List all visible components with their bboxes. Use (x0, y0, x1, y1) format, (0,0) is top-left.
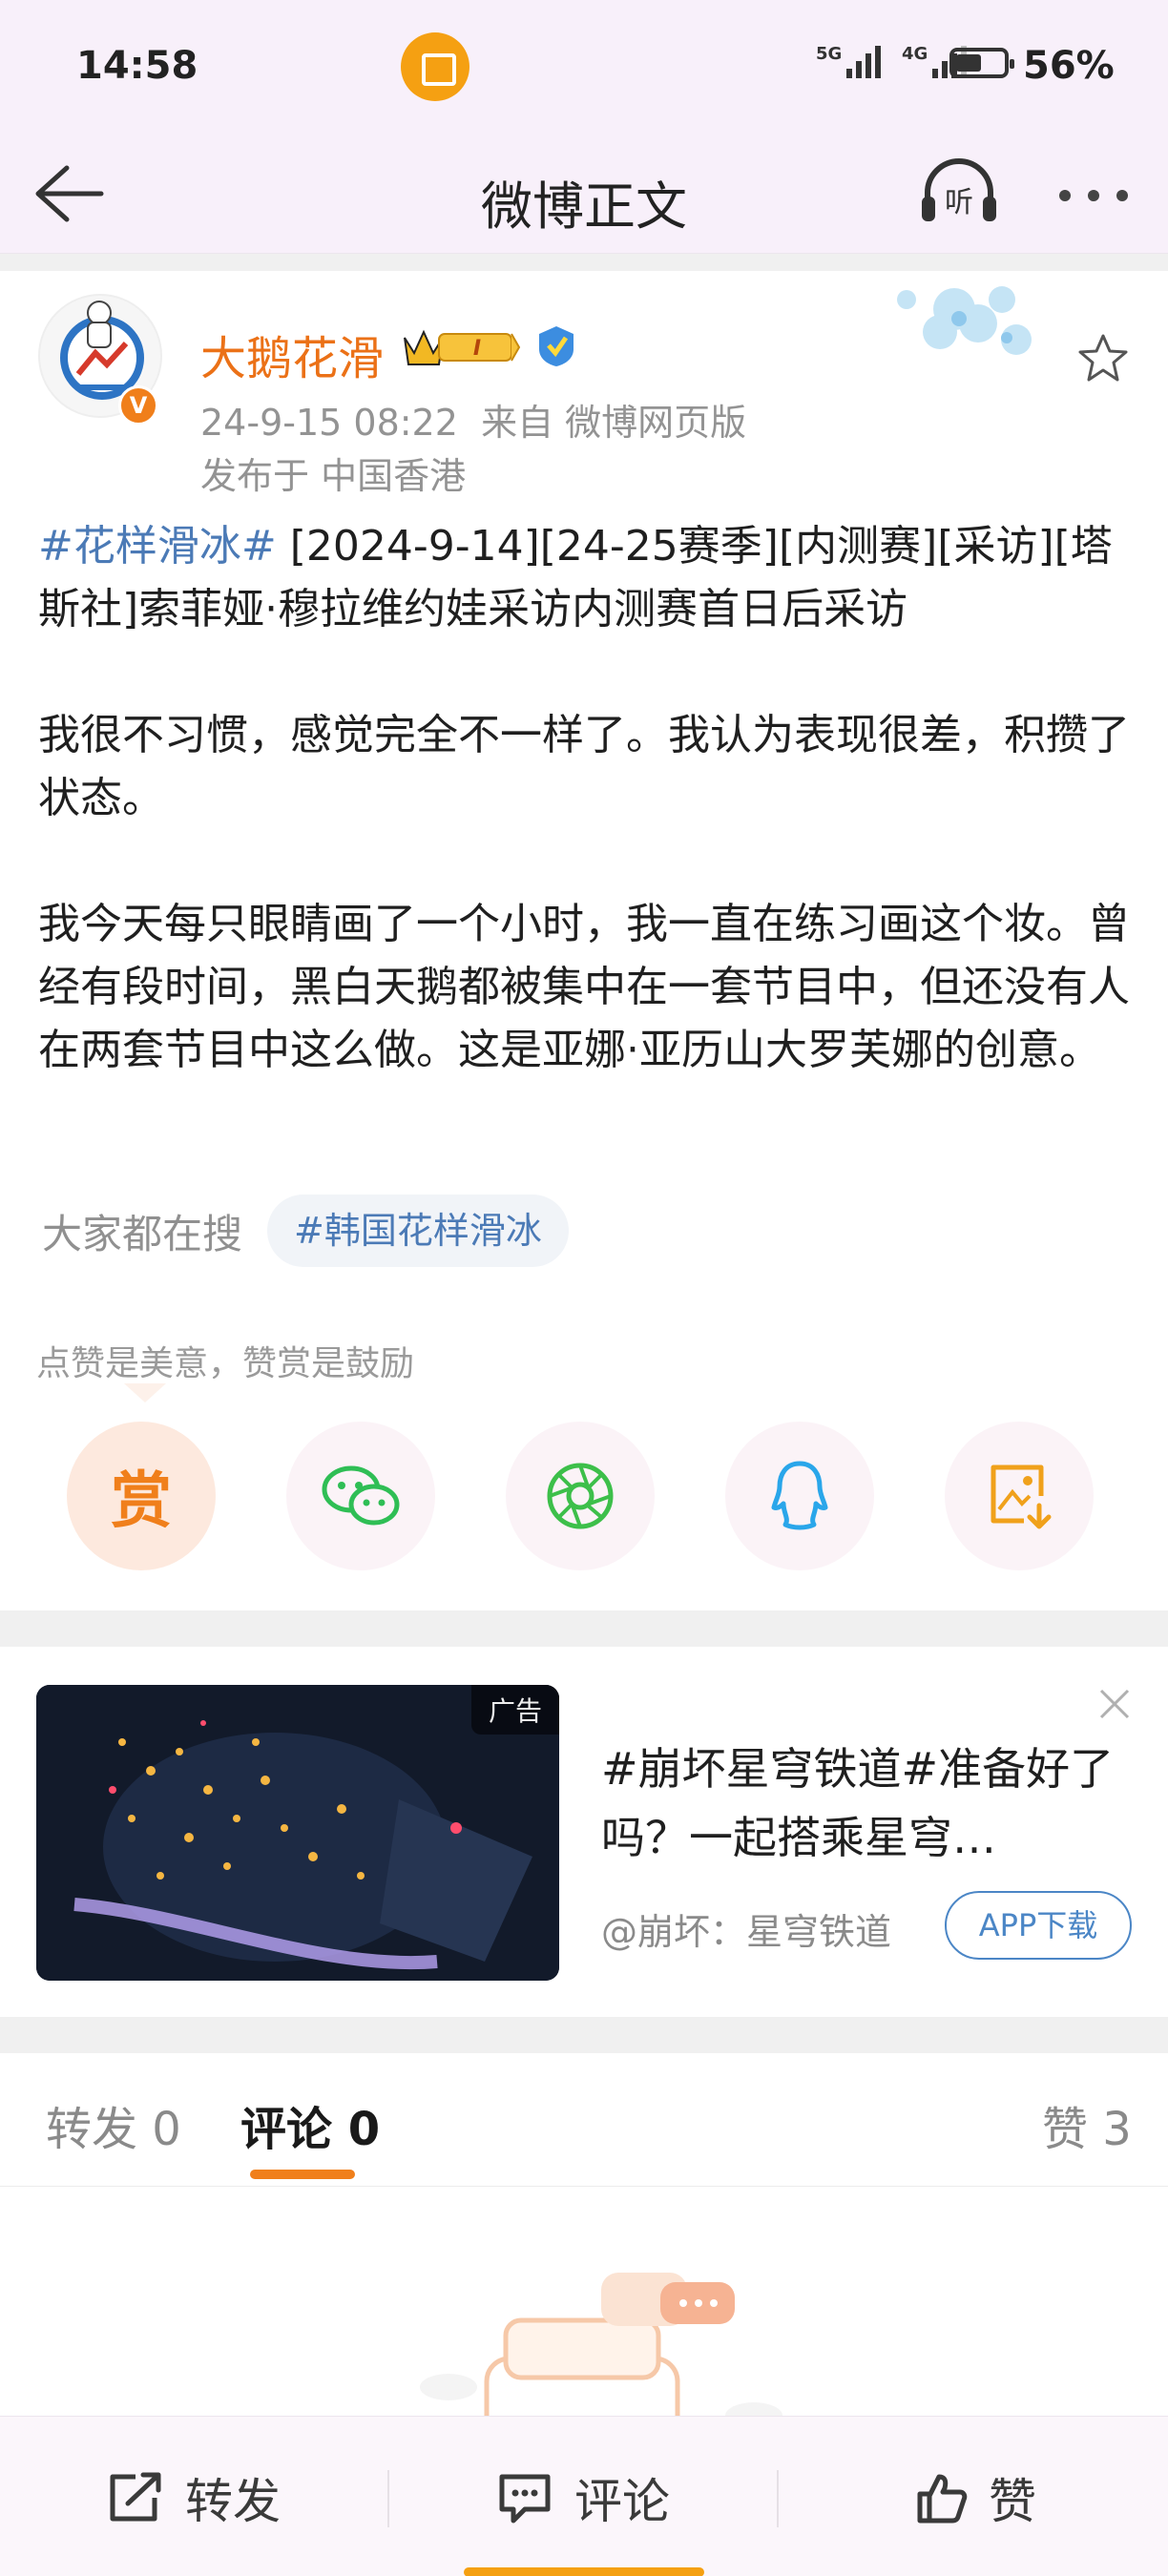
repost-button[interactable]: 转发 (107, 2464, 281, 2531)
post-timestamp: 24-9-15 08:22 (200, 402, 458, 444)
ad-card[interactable]: 广告 #崩坏星穹铁道#准备好了吗？一起搭乘星穹… @崩坏：星穹铁道 APP下载 (0, 1647, 1168, 2017)
nav-bar: 微博正文 听 (0, 134, 1168, 254)
app-download-button[interactable]: APP下载 (945, 1891, 1132, 1960)
save-image-button[interactable] (945, 1422, 1094, 1570)
favorite-star-icon[interactable] (1076, 332, 1130, 385)
more-icon[interactable] (1059, 181, 1155, 210)
topic-tag[interactable]: #花样滑冰# (38, 522, 277, 571)
weibo-post: V 大鹅花滑 I 24-9-15 08:22 来自 微博网页版 发布于 中国香港… (0, 271, 1168, 1610)
post-source: 来自 微博网页版 (481, 402, 747, 444)
post-paragraph: 我很不习惯，感觉完全不一样了。我认为表现很差，积攒了状态。 (38, 711, 1130, 822)
signal-indicators: 5G 4G (816, 44, 967, 78)
interaction-tabs: 转发 0 评论 0 赞 3 (0, 2053, 1168, 2187)
moments-share-button[interactable] (506, 1422, 655, 1570)
empty-couch-illustration (420, 2273, 782, 2435)
moments-icon (547, 1463, 614, 1529)
listen-icon[interactable]: 听 (916, 155, 1002, 231)
qq-icon (771, 1461, 828, 1530)
divider (387, 2470, 389, 2527)
trending-search-label: 大家都在搜 (42, 1210, 243, 1257)
ad-title[interactable]: #崩坏星穹铁道#准备好了吗？一起搭乘星穹… (601, 1735, 1116, 1872)
username[interactable]: 大鹅花滑 (200, 321, 384, 387)
comment-icon (499, 2474, 551, 2524)
vip-crown-icon[interactable]: I (401, 324, 521, 368)
tab-repost[interactable]: 转发 0 (46, 2091, 181, 2158)
thumbs-up-icon (917, 2474, 968, 2524)
post-content: #花样滑冰# [2024-9-14][24-25赛季][内测赛][采访][塔斯社… (38, 515, 1136, 1082)
avatar[interactable]: V (38, 294, 162, 426)
ad-source: @崩坏：星穹铁道 (601, 1911, 892, 1953)
repost-label: 转发 (185, 2474, 281, 2529)
save-image-icon (991, 1465, 1052, 1529)
listen-label: 听 (945, 186, 973, 219)
empty-comments (0, 2187, 1168, 2435)
repost-icon (110, 2472, 161, 2522)
tab-comment[interactable]: 评论 0 (240, 2091, 380, 2158)
wechat-share-button[interactable] (286, 1422, 435, 1570)
like-button[interactable]: 赞 (914, 2464, 1036, 2531)
trending-search-chip[interactable]: #韩国花样滑冰 (267, 1195, 569, 1267)
ad-label: 广告 (470, 1685, 559, 1735)
divider (0, 1610, 1168, 1647)
post-meta: 24-9-15 08:22 来自 微博网页版 (200, 393, 746, 446)
tooltip-pointer (124, 1383, 166, 1402)
divider (0, 254, 1168, 271)
like-label: 赞 (989, 2474, 1036, 2529)
battery-percent: 56% (1023, 44, 1115, 88)
tab-indicator (250, 2170, 355, 2179)
reward-button[interactable]: 赏 (67, 1422, 216, 1570)
vip-level: I (473, 337, 481, 361)
status-time: 14:58 (76, 44, 198, 88)
close-icon[interactable] (1095, 1685, 1134, 1723)
post-paragraph: #花样滑冰# [2024-9-14][24-25赛季][内测赛][采访][塔斯社… (38, 515, 1136, 641)
notification-icon (401, 32, 469, 101)
medal-icon[interactable] (534, 324, 578, 368)
qq-share-button[interactable] (725, 1422, 874, 1570)
post-paragraph: 我今天每只眼睛画了一个小时，我一直在练习画这个妆。曾经有段时间，黑白天鹅都被集中… (38, 900, 1130, 1074)
reward-icon: 赏 (111, 1466, 172, 1537)
home-indicator (464, 2567, 704, 2576)
post-location: 发布于 中国香港 (200, 455, 467, 497)
divider (0, 2017, 1168, 2053)
signal-5g-icon: 5G (816, 44, 881, 78)
bottom-action-bar: 转发 评论 赞 (0, 2416, 1168, 2576)
comment-button[interactable]: 评论 (496, 2464, 670, 2531)
reward-hint: 点赞是美意，赞赏是鼓励 (36, 1344, 415, 1383)
comment-label: 评论 (574, 2474, 670, 2529)
flower-decoration-icon (849, 271, 1069, 395)
signal-5g-label: 5G (816, 44, 843, 64)
ad-image[interactable]: 广告 (36, 1685, 559, 1981)
battery-icon (949, 48, 1014, 78)
status-bar: 14:58 5G 4G 56% (0, 0, 1168, 134)
signal-4g-label: 4G (902, 44, 928, 64)
divider (777, 2470, 779, 2527)
tab-like[interactable]: 赞 3 (1042, 2091, 1132, 2158)
verified-badge: V (118, 385, 158, 426)
wechat-icon (322, 1465, 400, 1526)
share-row: 赏 (67, 1422, 1116, 1574)
trending-search: 大家都在搜 #韩国花样滑冰 (42, 1193, 569, 1269)
